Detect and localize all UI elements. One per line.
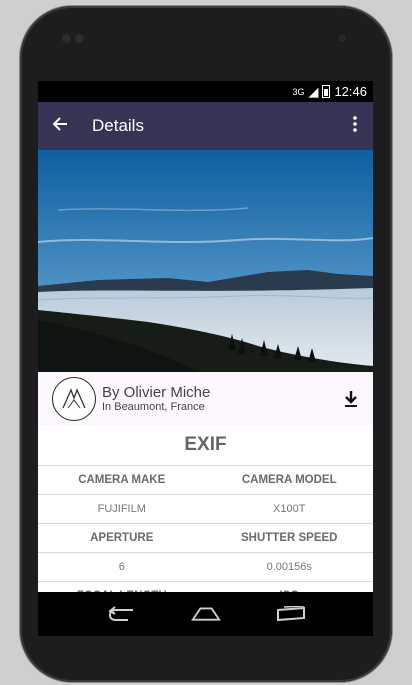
exif-heading: EXIF xyxy=(184,434,227,455)
status-bar: 3G ◢ 12:46 xyxy=(38,81,373,102)
author-location: In Beaumont, France xyxy=(102,400,205,413)
author-avatar[interactable] xyxy=(52,376,96,421)
exif-value-aperture: 6 xyxy=(38,552,206,582)
author-name[interactable]: By Olivier Miche xyxy=(102,384,339,401)
overflow-menu-icon[interactable] xyxy=(345,115,365,137)
exif-label-aperture: APERTURE xyxy=(38,523,206,553)
phone-screen: 3G ◢ 12:46 Details By Olivier Miche In B… xyxy=(38,81,373,636)
exif-table: CAMERA MAKE CAMERA MODEL FUJIFILM X100T … xyxy=(38,465,373,611)
speaker-grille xyxy=(62,34,84,43)
signal-bars-icon: ◢ xyxy=(308,83,319,99)
back-arrow-icon[interactable] xyxy=(52,115,82,138)
photo xyxy=(38,150,373,372)
page-title: Details xyxy=(92,116,144,135)
navigation-bar xyxy=(38,592,373,636)
exif-value-shutter-speed: 0.00156s xyxy=(205,552,373,582)
exif-label-camera-make: CAMERA MAKE xyxy=(38,465,206,495)
table-row: FUJIFILM X100T xyxy=(38,494,373,524)
status-time: 12:46 xyxy=(334,84,367,99)
nav-recents-icon[interactable] xyxy=(276,602,306,626)
exif-value-camera-make: FUJIFILM xyxy=(38,494,206,524)
exif-value-camera-model: X100T xyxy=(205,494,373,524)
table-row: CAMERA MAKE CAMERA MODEL xyxy=(38,465,373,495)
author-row: By Olivier Miche In Beaumont, France xyxy=(38,372,373,425)
download-icon[interactable] xyxy=(339,390,363,408)
exif-label-camera-model: CAMERA MODEL xyxy=(205,465,373,495)
exif-label-shutter-speed: SHUTTER SPEED xyxy=(205,523,373,553)
front-camera xyxy=(336,32,348,44)
table-row: APERTURE SHUTTER SPEED xyxy=(38,523,373,553)
nav-home-icon[interactable] xyxy=(190,602,221,626)
table-row: 6 0.00156s xyxy=(38,552,373,582)
signal-icon: 3G xyxy=(292,86,305,97)
battery-icon xyxy=(322,85,331,98)
app-bar: Details xyxy=(38,102,373,150)
nav-back-icon[interactable] xyxy=(106,602,136,626)
